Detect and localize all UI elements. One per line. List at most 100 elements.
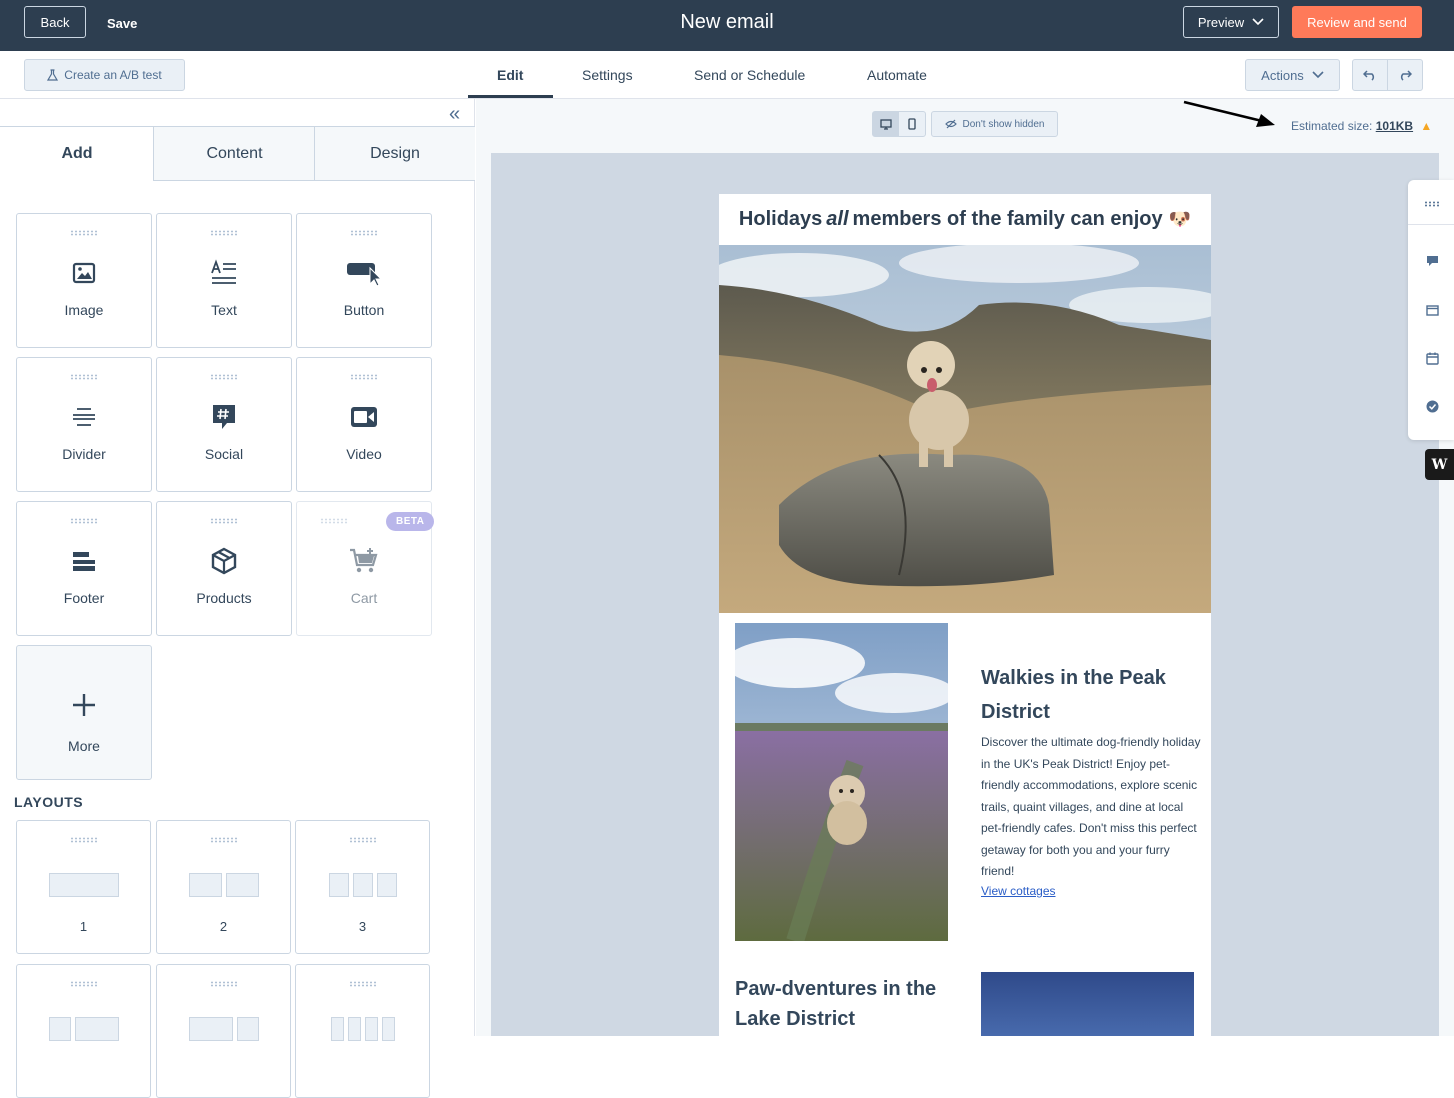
calendar-icon[interactable] xyxy=(1424,350,1440,366)
layouts-heading: LAYOUTS xyxy=(14,794,84,810)
drag-handle-icon[interactable] xyxy=(210,518,238,524)
actions-label: Actions xyxy=(1261,67,1304,83)
drag-handle-icon[interactable] xyxy=(350,374,378,380)
tab-edit[interactable]: Edit xyxy=(497,67,523,83)
drag-handle-icon[interactable] xyxy=(350,230,378,236)
button-icon xyxy=(346,258,382,288)
layout-label: 2 xyxy=(219,919,228,934)
module-label: Text xyxy=(211,302,237,318)
annotation-arrow xyxy=(1183,100,1275,127)
module-text[interactable]: Text xyxy=(156,213,292,348)
image-icon xyxy=(72,258,96,288)
layout-3-columns[interactable]: 3 xyxy=(295,820,430,954)
layout-tile[interactable] xyxy=(295,964,430,1098)
email-headline[interactable]: Holidays all members of the family can e… xyxy=(719,194,1211,245)
layout-tile[interactable] xyxy=(16,964,151,1098)
module-label: Divider xyxy=(62,446,106,462)
module-social[interactable]: Social xyxy=(156,357,292,492)
module-label: Cart xyxy=(350,590,378,606)
module-label: Button xyxy=(343,302,385,318)
module-image[interactable]: Image xyxy=(16,213,152,348)
w-app-icon[interactable]: W xyxy=(1425,449,1454,480)
hero-image[interactable] xyxy=(719,245,1211,613)
active-tab-indicator xyxy=(468,95,553,98)
headline-italic: all xyxy=(826,208,849,230)
module-products[interactable]: Products xyxy=(156,501,292,636)
layout-tile[interactable] xyxy=(156,964,291,1098)
drag-handle-icon[interactable] xyxy=(210,230,238,236)
drag-handle-icon[interactable] xyxy=(209,837,238,843)
footer-icon xyxy=(72,546,96,576)
drag-handle-icon[interactable] xyxy=(209,981,238,987)
module-label: Footer xyxy=(63,590,105,606)
module-video[interactable]: Video xyxy=(296,357,432,492)
drag-handle-icon[interactable] xyxy=(70,518,98,524)
top-bar: Back Save New email Preview Review and s… xyxy=(0,0,1454,51)
tab-send-or-schedule[interactable]: Send or Schedule xyxy=(694,67,805,83)
create-ab-test-button[interactable]: Create an A/B test xyxy=(24,59,185,91)
mobile-view-button[interactable] xyxy=(899,112,925,136)
comment-icon[interactable] xyxy=(1424,253,1440,269)
lake-image[interactable] xyxy=(981,972,1194,1036)
layout-label: 1 xyxy=(79,919,88,934)
module-more[interactable]: More xyxy=(16,645,152,780)
social-icon xyxy=(211,402,237,432)
dont-show-hidden-button[interactable]: Don't show hidden xyxy=(931,111,1058,137)
module-divider[interactable]: Divider xyxy=(16,357,152,492)
drag-handle-icon[interactable] xyxy=(69,837,98,843)
module-label: More xyxy=(68,738,100,754)
text-icon xyxy=(210,258,238,288)
products-icon xyxy=(210,546,238,576)
preview-button[interactable]: Preview xyxy=(1183,6,1279,38)
dont-show-hidden-label: Don't show hidden xyxy=(962,118,1045,130)
view-cottages-link[interactable]: View cottages xyxy=(981,884,1056,898)
collapse-panel-icon[interactable]: « xyxy=(449,103,460,126)
redo-button[interactable] xyxy=(1387,59,1423,91)
desktop-view-button[interactable] xyxy=(873,112,899,136)
divider-icon xyxy=(71,402,97,432)
review-and-send-button[interactable]: Review and send xyxy=(1292,6,1422,38)
module-footer[interactable]: Footer xyxy=(16,501,152,636)
drag-handle-icon[interactable] xyxy=(210,374,238,380)
article-body[interactable]: Discover the ultimate dog-friendly holid… xyxy=(981,732,1201,883)
check-badge-icon[interactable] xyxy=(1424,398,1440,414)
eye-slash-icon xyxy=(944,119,957,129)
drag-handle-icon[interactable] xyxy=(348,981,377,987)
module-button[interactable]: Button xyxy=(296,213,432,348)
heather-image[interactable] xyxy=(735,623,948,941)
tab-settings[interactable]: Settings xyxy=(582,67,633,83)
window-icon[interactable] xyxy=(1424,302,1440,318)
undo-icon xyxy=(1363,70,1375,81)
panel-tab-content[interactable]: Content xyxy=(153,126,315,181)
panel-tab-design[interactable]: Design xyxy=(314,126,475,181)
article-title[interactable]: Walkies in the Peak District xyxy=(981,661,1196,729)
cart-icon xyxy=(349,546,379,576)
drag-handle-icon[interactable] xyxy=(348,837,377,843)
grid-dots-icon[interactable] xyxy=(1424,196,1440,212)
drag-handle-icon[interactable] xyxy=(69,981,98,987)
estimated-size-value[interactable]: 101KB xyxy=(1376,119,1413,133)
drag-handle-icon[interactable] xyxy=(70,374,98,380)
chevron-down-icon xyxy=(1252,18,1264,26)
drag-handle-icon[interactable] xyxy=(320,518,348,524)
plus-icon xyxy=(71,690,97,720)
layout-2-columns[interactable]: 2 xyxy=(156,820,291,954)
panel-tab-add[interactable]: Add xyxy=(0,126,154,181)
desktop-icon xyxy=(880,118,892,130)
divider xyxy=(1408,224,1454,225)
device-toggle xyxy=(872,111,926,137)
drag-handle-icon[interactable] xyxy=(70,230,98,236)
email-body[interactable]: Holidays all members of the family can e… xyxy=(719,194,1211,1036)
create-ab-test-label: Create an A/B test xyxy=(64,68,162,82)
chevron-down-icon xyxy=(1312,71,1324,79)
flask-icon xyxy=(47,69,59,81)
estimated-size: Estimated size: 101KB ▲ xyxy=(1291,119,1432,133)
tab-automate[interactable]: Automate xyxy=(867,67,927,83)
layout-1-column[interactable]: 1 xyxy=(16,820,151,954)
undo-button[interactable] xyxy=(1352,59,1388,91)
actions-button[interactable]: Actions xyxy=(1245,59,1340,91)
article-title[interactable]: Paw-dventures in the Lake District xyxy=(735,974,950,1034)
headline-text: Holidays xyxy=(738,208,823,230)
module-label: Social xyxy=(204,446,244,462)
panel-tabs: Add Content Design xyxy=(0,126,475,181)
